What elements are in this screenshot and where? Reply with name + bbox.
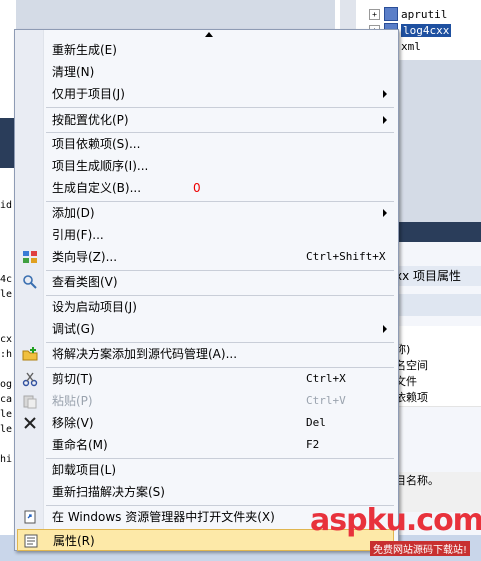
scroll-up-icon[interactable] — [205, 32, 213, 37]
menu-item-build-customizations[interactable]: 生成自定义(B)... 0 — [17, 177, 394, 199]
menu-item-add[interactable]: 添加(D) — [17, 202, 394, 224]
menu-item-rescan-solution[interactable]: 重新扫描解决方案(S) — [17, 481, 394, 503]
code-fragment: 4c — [0, 274, 13, 285]
class-wizard-icon — [22, 249, 38, 265]
code-fragment: cx — [0, 334, 13, 345]
property-panel-title: xx 项目属性 — [395, 266, 481, 286]
menu-item-project-only[interactable]: 仅用于项目(J) — [17, 83, 394, 105]
project-icon — [384, 7, 398, 21]
code-fragment: le — [0, 289, 13, 300]
menu-item-remove[interactable]: 移除(V) Del — [17, 412, 394, 434]
menu-item-paste[interactable]: 粘贴(P) Ctrl+V — [17, 390, 394, 412]
code-fragment: ca — [0, 394, 13, 405]
submenu-arrow-icon — [383, 116, 387, 124]
watermark-tld: .com — [405, 503, 481, 538]
property-row[interactable]: 名空间 — [395, 358, 481, 375]
annotation-zero: 0 — [193, 181, 201, 195]
submenu-arrow-icon — [383, 90, 387, 98]
watermark-logo: aspku.com 免费网站源码下载站! — [310, 503, 481, 556]
tree-node-aprutil[interactable]: + aprutil — [369, 6, 447, 22]
menu-item-cut[interactable]: 剪切(T) Ctrl+X — [17, 368, 394, 390]
menu-item-references[interactable]: 引用(F)... — [17, 224, 394, 246]
menu-item-class-wizard[interactable]: 类向导(Z)... Ctrl+Shift+X — [17, 246, 394, 268]
menu-item-add-source-control[interactable]: 将解决方案添加到源代码管理(A)... — [17, 343, 394, 365]
menu-item-clean[interactable]: 清理(N) — [17, 61, 394, 83]
close-icon — [22, 415, 38, 431]
code-fragment: og — [0, 379, 13, 390]
menu-item-build-order[interactable]: 项目生成顺序(I)... — [17, 155, 394, 177]
folder-link-icon — [22, 509, 38, 525]
watermark-brand: aspku — [310, 503, 407, 538]
scissors-icon — [22, 371, 38, 387]
properties-icon — [23, 533, 39, 549]
paste-icon — [22, 393, 38, 409]
menu-item-pgo[interactable]: 按配置优化(P) — [17, 109, 394, 131]
code-fragment: le — [0, 424, 13, 435]
menu-item-set-startup[interactable]: 设为启动项目(J) — [17, 296, 394, 318]
menu-item-dependencies[interactable]: 项目依赖项(S)... — [17, 133, 394, 155]
property-row[interactable]: ) — [395, 326, 481, 343]
property-row[interactable]: 文件 — [395, 374, 481, 391]
menu-item-rename[interactable]: 重命名(M) F2 — [17, 434, 394, 456]
tree-scrollbar[interactable] — [340, 0, 356, 30]
property-toolbar — [395, 294, 481, 316]
menu-item-debug[interactable]: 调试(G) — [17, 318, 394, 340]
property-row[interactable]: 依赖项 — [395, 390, 481, 407]
code-fragment: id — [0, 200, 13, 211]
code-fragment: le — [0, 409, 13, 420]
code-fragment: :h — [0, 349, 13, 360]
code-fragment: hi — [0, 454, 13, 465]
watermark-tagline: 免费网站源码下载站! — [370, 541, 471, 556]
submenu-arrow-icon — [383, 209, 387, 217]
expand-icon[interactable]: + — [369, 8, 380, 20]
submenu-arrow-icon — [383, 325, 387, 333]
menu-item-rebuild[interactable]: 重新生成(E) — [17, 39, 394, 61]
class-diagram-icon — [22, 274, 38, 290]
property-row[interactable]: 称) — [395, 342, 481, 359]
project-context-menu: 重新生成(E) 清理(N) 仅用于项目(J) 按配置优化(P) 项目依赖项(S)… — [14, 29, 399, 551]
add-source-control-icon — [22, 346, 38, 362]
menu-item-view-class-diagram[interactable]: 查看类图(V) — [17, 271, 394, 293]
menu-separator — [46, 107, 394, 108]
panel-tab-bar — [395, 222, 481, 242]
menu-item-unload-project[interactable]: 卸载项目(L) — [17, 459, 394, 481]
